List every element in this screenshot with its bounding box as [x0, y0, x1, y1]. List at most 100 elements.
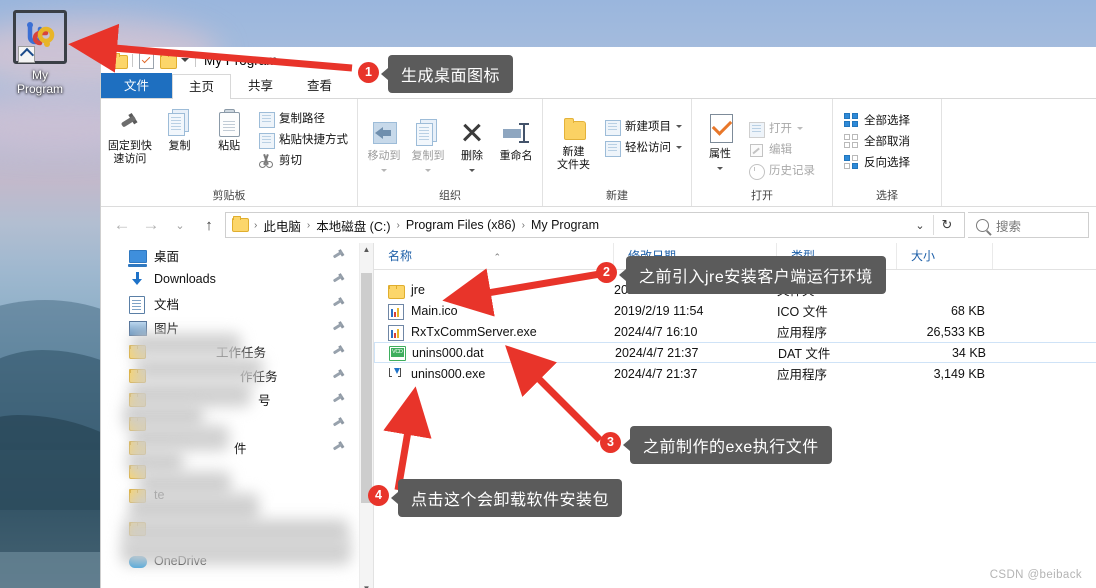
edit-button[interactable]: 编辑 — [746, 140, 818, 158]
file-name-cell[interactable]: unins000.dat — [375, 345, 615, 361]
new-item-icon — [605, 119, 621, 136]
breadcrumb[interactable]: › 此电脑 › 本地磁盘 (C:) › Program Files (x86) … — [225, 212, 965, 238]
scroll-up-arrow-icon[interactable]: ▲ — [360, 243, 373, 257]
file-type-cell: DAT 文件 — [778, 347, 831, 361]
properties-button[interactable]: 属性 — [698, 111, 742, 174]
new-item-button[interactable]: 新建项目 — [602, 117, 685, 136]
sidebar-label-desktop: 桌面 — [154, 249, 180, 264]
search-input[interactable]: 搜索 — [968, 212, 1089, 238]
file-name-label: RxTxCommServer.exe — [411, 324, 537, 339]
pin-icon[interactable] — [333, 345, 345, 357]
table-row[interactable]: unins000.dat 2024/4/7 21:37 DAT 文件 34 KB — [374, 342, 1096, 363]
table-row[interactable]: unins000.exe 2024/4/7 21:37 应用程序 3,149 K… — [374, 363, 1096, 384]
history-button[interactable]: 历史记录 — [746, 161, 818, 180]
new-item-caret-icon[interactable] — [676, 124, 682, 128]
scissors-icon — [259, 153, 274, 168]
forward-button[interactable]: → — [138, 212, 164, 238]
file-name-cell[interactable]: jre — [374, 282, 614, 299]
pin-icon[interactable] — [333, 297, 345, 309]
sidebar-item-documents[interactable]: 文档 — [101, 291, 373, 315]
breadcrumb-this-pc[interactable]: 此电脑 — [260, 216, 304, 235]
crumb-sep-2: › — [396, 219, 400, 231]
breadcrumb-program-files[interactable]: Program Files (x86) — [403, 218, 519, 232]
paste-shortcut-icon — [259, 132, 276, 149]
open-icon — [749, 121, 765, 138]
properties-caret-icon[interactable] — [717, 167, 723, 170]
tab-file[interactable]: 文件 — [101, 73, 173, 98]
nav-pane-scrollbar[interactable]: ▲ ▼ — [359, 243, 373, 588]
cut-button[interactable]: 剪切 — [256, 151, 351, 169]
paste-icon — [218, 109, 241, 137]
paste-shortcut-button[interactable]: 粘贴快捷方式 — [256, 130, 351, 149]
invert-selection-label: 反向选择 — [864, 157, 910, 169]
select-all-icon — [844, 112, 859, 128]
recent-locations-button[interactable]: ⌄ — [167, 212, 193, 238]
pin-icon[interactable] — [333, 417, 345, 429]
tab-home[interactable]: 主页 — [172, 74, 232, 99]
open-caret-icon[interactable] — [797, 126, 803, 130]
column-header-name[interactable]: 名称 ⌃ — [374, 243, 614, 269]
file-name-cell[interactable]: unins000.exe — [374, 366, 614, 382]
pin-icon[interactable] — [333, 441, 345, 453]
back-button[interactable]: ← — [109, 212, 135, 238]
dat-file-icon — [389, 345, 406, 361]
desktop-icon-my-program[interactable]: My Program — [8, 10, 72, 96]
pin-icon[interactable] — [333, 273, 345, 285]
copy-to-caret-icon[interactable] — [425, 169, 431, 172]
open-button[interactable]: 打开 — [746, 119, 818, 138]
select-none-button[interactable]: 全部取消 — [841, 132, 913, 150]
pin-to-quick-access-button[interactable]: 固定到快 速访问 — [107, 103, 153, 166]
rename-button[interactable]: 重命名 — [496, 113, 536, 163]
delete-button[interactable]: 删除 — [452, 113, 492, 176]
watermark: CSDN @beiback — [989, 569, 1082, 581]
delete-caret-icon[interactable] — [469, 169, 475, 172]
desktop-icon — [129, 247, 147, 264]
customize-qat-caret-icon[interactable] — [181, 58, 189, 62]
file-size-cell: 34 KB — [951, 345, 986, 360]
move-to-caret-icon[interactable] — [381, 169, 387, 172]
pin-icon[interactable] — [333, 321, 345, 333]
properties-quick-icon[interactable] — [139, 53, 154, 69]
table-row[interactable]: RxTxCommServer.exe 2024/4/7 16:10 应用程序 2… — [374, 321, 1096, 342]
file-name-cell[interactable]: RxTxCommServer.exe — [374, 324, 614, 341]
column-header-size[interactable]: 大小 — [897, 243, 993, 269]
paste-button[interactable]: 粘贴 — [206, 103, 252, 153]
table-row[interactable]: Main.ico 2019/2/19 11:54 ICO 文件 68 KB — [374, 300, 1096, 321]
up-button[interactable]: ↑ — [196, 212, 222, 238]
invert-selection-button[interactable]: 反向选择 — [841, 153, 913, 171]
pin-icon[interactable] — [333, 369, 345, 381]
exe-file-icon — [388, 366, 404, 382]
copy-button[interactable]: 复制 — [157, 103, 203, 153]
pin-icon[interactable] — [333, 249, 345, 261]
delete-icon — [459, 120, 485, 146]
scroll-down-arrow-icon[interactable]: ▼ — [360, 582, 373, 588]
folder-icon — [388, 282, 405, 299]
move-to-button[interactable]: 移动到 — [364, 113, 404, 176]
annotation-callout-3: 之前制作的exe执行文件 — [623, 426, 832, 464]
easy-access-label: 轻松访问 — [625, 142, 671, 154]
easy-access-button[interactable]: 轻松访问 — [602, 138, 685, 157]
tab-share[interactable]: 共享 — [231, 73, 291, 98]
annotation-callout-4: 点击这个会卸载软件安装包 — [390, 479, 623, 517]
scrollbar-thumb[interactable] — [361, 273, 372, 503]
refresh-button[interactable]: ↻ — [934, 217, 960, 233]
path-dropdown-icon[interactable]: ⌄ — [907, 219, 933, 232]
history-label: 历史记录 — [769, 165, 815, 177]
pin-icon[interactable] — [333, 393, 345, 405]
properties-icon — [705, 114, 735, 148]
easy-access-caret-icon[interactable] — [676, 145, 682, 149]
copy-to-button[interactable]: 复制到 — [408, 113, 448, 176]
sort-ascending-icon: ⌃ — [493, 252, 502, 262]
tab-view[interactable]: 查看 — [290, 73, 350, 98]
copy-path-button[interactable]: 复制路径 — [256, 109, 351, 128]
new-folder-button[interactable]: 新建 文件夹 — [549, 109, 598, 172]
breadcrumb-my-program[interactable]: My Program — [528, 218, 602, 232]
new-folder-icon — [561, 116, 587, 142]
file-name-cell[interactable]: Main.ico — [374, 303, 614, 320]
select-all-button[interactable]: 全部选择 — [841, 111, 913, 129]
breadcrumb-local-disk[interactable]: 本地磁盘 (C:) — [313, 216, 393, 235]
sidebar-item-downloads[interactable]: Downloads — [101, 267, 373, 291]
sidebar-item-desktop[interactable]: 桌面 — [101, 243, 373, 267]
quick-access-folder-icon[interactable] — [111, 53, 128, 69]
new-folder-quick-icon[interactable] — [160, 53, 177, 69]
